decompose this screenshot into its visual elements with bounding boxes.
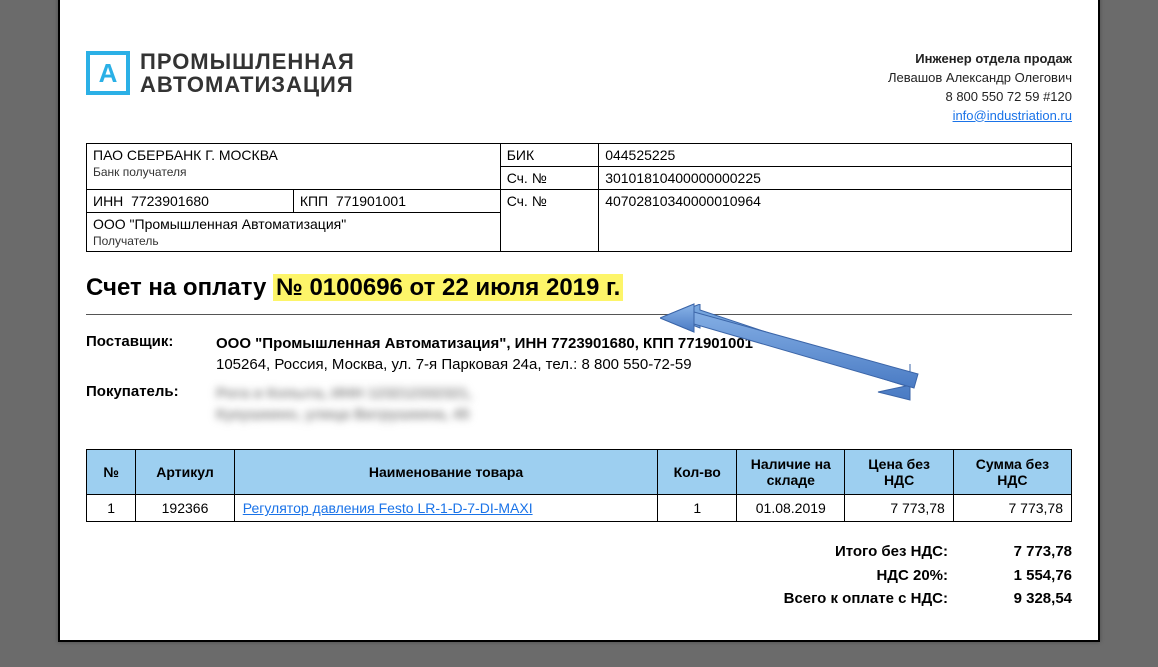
buyer-line1-blurred: Рога и Копыта, ИНН 123212332321, bbox=[216, 383, 1072, 404]
contact-block: Инженер отдела продаж Левашов Александр … bbox=[888, 50, 1072, 125]
col-qty: Кол-во bbox=[658, 450, 737, 495]
logo-icon: А bbox=[86, 51, 130, 95]
invoice-number-date: № 0100696 от 22 июля 2019 г. bbox=[273, 274, 623, 301]
total-value: 9 328,54 bbox=[972, 587, 1072, 610]
subtotal-value: 7 773,78 bbox=[972, 540, 1072, 563]
contact-name: Левашов Александр Олегович bbox=[888, 69, 1072, 88]
contact-email-link[interactable]: info@industriation.ru bbox=[953, 108, 1072, 123]
subtotal-label: Итого без НДС: bbox=[768, 540, 948, 563]
invoice-prefix: Счет на оплату bbox=[86, 274, 273, 301]
supplier-label: Поставщик: bbox=[86, 333, 216, 375]
total-label: Всего к оплате с НДС: bbox=[768, 587, 948, 610]
contact-phone: 8 800 550 72 59 #120 bbox=[888, 88, 1072, 107]
supplier-row: Поставщик: ООО "Промышленная Автоматизац… bbox=[86, 333, 1072, 375]
totals-block: Итого без НДС:7 773,78 НДС 20%:1 554,76 … bbox=[86, 540, 1072, 610]
supplier-address: 105264, Россия, Москва, ул. 7-я Парковая… bbox=[216, 354, 1072, 375]
items-table: № Артикул Наименование товара Кол-во Нал… bbox=[86, 449, 1072, 522]
divider bbox=[86, 314, 1072, 315]
col-sum: Сумма без НДС bbox=[953, 450, 1071, 495]
cell-qty: 1 bbox=[658, 495, 737, 522]
invoice-title: Счет на оплату № 0100696 от 22 июля 2019… bbox=[86, 274, 1072, 302]
contact-role: Инженер отдела продаж bbox=[888, 50, 1072, 69]
logo-line2: АВТОМАТИЗАЦИЯ bbox=[140, 73, 355, 96]
vat-value: 1 554,76 bbox=[972, 564, 1072, 587]
vat-label: НДС 20%: bbox=[768, 564, 948, 587]
table-row: 1 192366 Регулятор давления Festo LR-1-D… bbox=[87, 495, 1072, 522]
col-sku: Артикул bbox=[136, 450, 235, 495]
supplier-main: ООО "Промышленная Автоматизация", ИНН 77… bbox=[216, 333, 1072, 354]
cell-price: 7 773,78 bbox=[845, 495, 953, 522]
logo-text: ПРОМЫШЛЕННАЯ АВТОМАТИЗАЦИЯ bbox=[140, 50, 355, 96]
buyer-row: Покупатель: Рога и Копыта, ИНН 123212332… bbox=[86, 383, 1072, 425]
cell-sku: 192366 bbox=[136, 495, 235, 522]
col-price: Цена без НДС bbox=[845, 450, 953, 495]
col-stock: Наличие на складе bbox=[737, 450, 845, 495]
buyer-line2-blurred: Кукушкино, улица Ватрушкина, 45 bbox=[216, 404, 1072, 425]
col-name: Наименование товара bbox=[234, 450, 658, 495]
logo-line1: ПРОМЫШЛЕННАЯ bbox=[140, 50, 355, 73]
company-logo: А ПРОМЫШЛЕННАЯ АВТОМАТИЗАЦИЯ bbox=[86, 50, 355, 96]
buyer-label: Покупатель: bbox=[86, 383, 216, 425]
product-link[interactable]: Регулятор давления Festo LR-1-D-7-DI-MAX… bbox=[243, 500, 533, 516]
document-viewport: А ПРОМЫШЛЕННАЯ АВТОМАТИЗАЦИЯ Инженер отд… bbox=[0, 0, 1158, 667]
col-n: № bbox=[87, 450, 136, 495]
invoice-sheet: А ПРОМЫШЛЕННАЯ АВТОМАТИЗАЦИЯ Инженер отд… bbox=[58, 0, 1100, 642]
cell-sum: 7 773,78 bbox=[953, 495, 1071, 522]
bank-details-table: ПАО СБЕРБАНК Г. МОСКВАБанк получателяБИК… bbox=[86, 143, 1072, 252]
cell-n: 1 bbox=[87, 495, 136, 522]
header: А ПРОМЫШЛЕННАЯ АВТОМАТИЗАЦИЯ Инженер отд… bbox=[86, 50, 1072, 125]
cell-stock: 01.08.2019 bbox=[737, 495, 845, 522]
